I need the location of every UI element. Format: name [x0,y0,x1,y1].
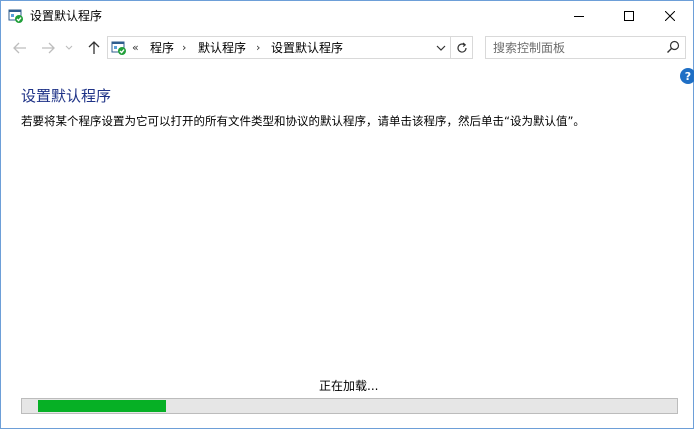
up-button[interactable] [84,38,104,58]
address-dropdown-button[interactable] [432,37,450,58]
back-button[interactable] [10,38,30,58]
help-button[interactable]: ? [680,68,694,84]
chevron-down-icon [65,45,73,50]
address-bar[interactable]: « 程序 › 默认程序 › 设置默认程序 [107,36,451,59]
breadcrumb-programs[interactable]: 程序 [150,40,174,56]
page-description: 若要将某个程序设置为它可以打开的所有文件类型和协议的默认程序，请单击该程序，然后… [21,114,585,128]
search-input[interactable] [486,37,662,58]
page-title: 设置默认程序 [21,87,112,105]
help-icon: ? [684,69,692,83]
forward-button[interactable] [38,38,58,58]
minimize-icon [574,16,584,17]
maximize-icon [624,11,634,21]
window-title: 设置默认程序 [30,9,103,23]
loading-status: 正在加载... [319,379,379,393]
loading-progress-bar [21,398,678,414]
navigation-bar: « 程序 › 默认程序 › 设置默认程序 [1,32,693,64]
breadcrumb-separator[interactable]: › [182,40,186,56]
default-programs-icon [8,8,24,24]
arrow-left-icon [13,42,26,54]
arrow-right-icon [42,42,55,54]
arrow-up-icon [88,41,100,54]
close-button[interactable] [647,1,693,31]
search-icon[interactable] [666,40,680,54]
close-icon [665,11,675,21]
chevron-down-icon [436,45,446,51]
progress-fill [38,400,166,412]
search-box[interactable] [485,36,686,59]
title-bar: 设置默认程序 [1,1,693,31]
refresh-icon [456,42,467,53]
breadcrumb-overflow[interactable]: « [132,40,139,56]
recent-locations-button[interactable] [63,38,75,58]
control-panel-window: 设置默认程序 « 程序 › 默认程序 › 设置默认程序 搜索控制面板 ? 设置默… [0,0,694,429]
breadcrumb-set-default-programs[interactable]: 设置默认程序 [271,40,343,56]
breadcrumb-default-programs[interactable]: 默认程序 [198,40,246,56]
breadcrumb-separator[interactable]: › [256,40,260,56]
minimize-button[interactable] [556,1,602,31]
refresh-button[interactable] [451,36,473,59]
maximize-button[interactable] [606,1,652,31]
default-programs-icon [111,40,127,56]
